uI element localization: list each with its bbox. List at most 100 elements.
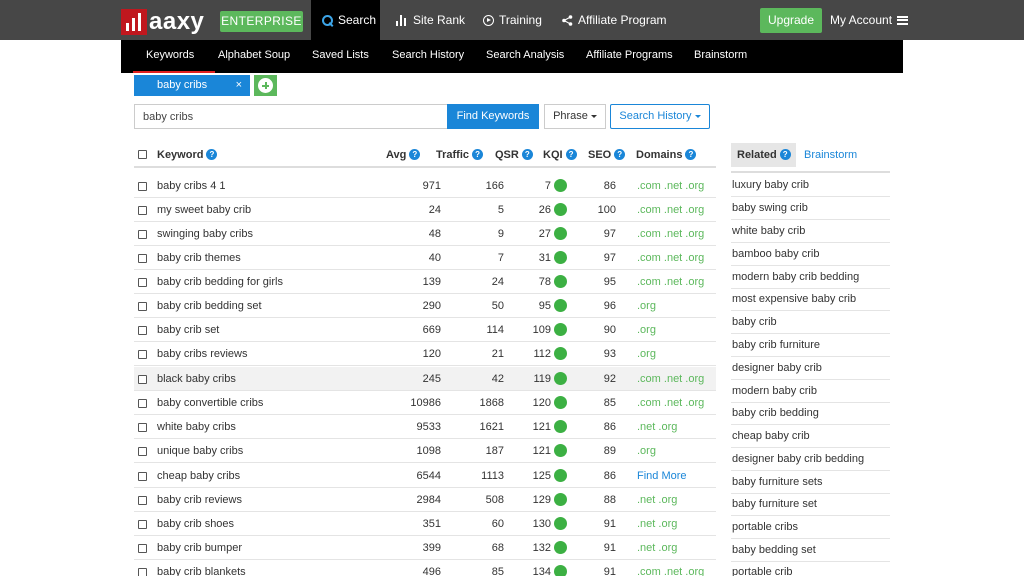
row-keyword[interactable]: unique baby cribs [157,445,243,457]
row-domains[interactable]: .net .org [637,518,677,530]
table-row[interactable]: unique baby cribs 1098 187 121 89 .org [134,439,716,463]
row-checkbox[interactable] [138,230,147,239]
row-keyword[interactable]: baby crib shoes [157,518,234,530]
row-domains[interactable]: .com .net .org [637,276,704,288]
subnav-saved-lists[interactable]: Saved Lists [312,40,369,73]
subnav-brainstorm[interactable]: Brainstorm [694,40,747,73]
row-domains[interactable]: .org [637,445,656,457]
find-keywords-button[interactable]: Find Keywords [447,104,539,129]
help-icon[interactable]: ? [206,149,218,160]
logo[interactable]: aaxy [121,9,204,35]
nav-site-rank[interactable]: Site Rank [396,0,465,40]
help-icon[interactable]: ? [521,149,533,160]
col-kqi[interactable]: KQI? [543,149,577,161]
table-row[interactable]: baby crib reviews 2984 508 129 88 .net .… [134,488,716,512]
col-qsr[interactable]: QSR? [495,149,533,161]
row-domains[interactable]: .com .net .org [637,373,704,385]
row-keyword[interactable]: baby crib bedding for girls [157,276,283,288]
related-item[interactable]: modern baby crib [731,380,890,403]
help-icon[interactable]: ? [472,149,484,160]
table-row[interactable]: baby crib bedding set 290 50 95 96 .org [134,294,716,318]
related-item[interactable]: cheap baby crib [731,425,890,448]
row-keyword[interactable]: baby crib themes [157,252,241,264]
related-item[interactable]: bamboo baby crib [731,243,890,266]
tab-brainstorm[interactable]: Brainstorm [804,149,857,161]
table-row[interactable]: baby crib bumper 399 68 132 91 .net .org [134,536,716,560]
help-icon[interactable]: ? [409,149,421,160]
nav-search[interactable]: Search [311,0,380,40]
row-checkbox[interactable] [138,206,147,215]
table-row[interactable]: white baby cribs 9533 1621 121 86 .net .… [134,415,716,439]
row-keyword[interactable]: my sweet baby crib [157,204,251,216]
phrase-dropdown[interactable]: Phrase [544,104,606,129]
row-keyword[interactable]: baby crib set [157,324,219,336]
row-keyword[interactable]: black baby cribs [157,373,236,385]
subnav-keywords[interactable]: Keywords [146,40,194,73]
row-keyword[interactable]: baby cribs reviews [157,348,247,360]
row-checkbox[interactable] [138,375,147,384]
my-account-menu[interactable]: My Account [830,0,909,40]
row-keyword[interactable]: baby cribs 4 1 [157,180,225,192]
table-row[interactable]: baby convertible cribs 10986 1868 120 85… [134,391,716,415]
row-keyword[interactable]: baby crib bumper [157,542,242,554]
related-item[interactable]: designer baby crib [731,357,890,380]
table-row[interactable]: my sweet baby crib 24 5 26 100 .com .net… [134,198,716,222]
related-item[interactable]: baby crib bedding [731,402,890,425]
search-tag[interactable]: baby cribs × [134,75,250,96]
nav-affiliate-program[interactable]: Affiliate Program [562,0,666,40]
row-checkbox[interactable] [138,326,147,335]
help-icon[interactable]: ? [779,149,791,160]
row-checkbox[interactable] [138,302,147,311]
help-icon[interactable]: ? [685,149,697,160]
row-domains[interactable]: .com .net .org [637,566,704,576]
find-more-link[interactable]: Find More [637,470,687,482]
row-checkbox[interactable] [138,568,147,576]
nav-training[interactable]: Training [483,0,542,40]
row-domains[interactable]: .net .org [637,542,677,554]
row-checkbox[interactable] [138,182,147,191]
table-row[interactable]: baby crib shoes 351 60 130 91 .net .org [134,512,716,536]
row-keyword[interactable]: cheap baby cribs [157,470,240,482]
col-avg[interactable]: Avg? [386,149,421,161]
row-domains[interactable]: .com .net .org [637,180,704,192]
related-item[interactable]: portable crib [731,561,890,576]
table-row[interactable]: baby crib themes 40 7 31 97 .com .net .o… [134,246,716,270]
row-domains[interactable]: .org [637,300,656,312]
related-item[interactable]: baby bedding set [731,539,890,562]
related-item[interactable]: baby crib [731,311,890,334]
table-row[interactable]: baby crib bedding for girls 139 24 78 95… [134,270,716,294]
subnav-search-analysis[interactable]: Search Analysis [486,40,564,73]
row-checkbox[interactable] [138,472,147,481]
help-icon[interactable]: ? [614,149,626,160]
related-item[interactable]: baby furniture set [731,493,890,516]
col-seo[interactable]: SEO? [588,149,626,161]
related-item[interactable]: portable cribs [731,516,890,539]
upgrade-button[interactable]: Upgrade [760,8,822,33]
related-item[interactable]: most expensive baby crib [731,288,890,311]
row-domains[interactable]: .com .net .org [637,397,704,409]
table-row[interactable]: black baby cribs 245 42 119 92 .com .net… [134,367,716,391]
subnav-search-history[interactable]: Search History [392,40,464,73]
row-domains[interactable]: .com .net .org [637,252,704,264]
row-keyword[interactable]: white baby cribs [157,421,236,433]
row-domains[interactable]: .org [637,324,656,336]
table-row[interactable]: baby crib set 669 114 109 90 .org [134,318,716,342]
related-item[interactable]: modern baby crib bedding [731,266,890,289]
row-keyword[interactable]: baby crib bedding set [157,300,262,312]
row-keyword[interactable]: swinging baby cribs [157,228,253,240]
row-checkbox[interactable] [138,496,147,505]
table-row[interactable]: baby crib blankets 496 85 134 91 .com .n… [134,560,716,576]
row-keyword[interactable]: baby crib reviews [157,494,242,506]
related-item[interactable]: baby swing crib [731,197,890,220]
keyword-search-input[interactable] [134,104,448,129]
close-icon[interactable]: × [236,75,242,96]
row-domains[interactable]: .com .net .org [637,204,704,216]
col-domains[interactable]: Domains? [636,149,697,161]
row-checkbox[interactable] [138,399,147,408]
table-row[interactable]: cheap baby cribs 6544 1113 125 86 Find M… [134,464,716,488]
table-row[interactable]: baby cribs 4 1 971 166 7 86 .com .net .o… [134,174,716,198]
related-item[interactable]: baby crib furniture [731,334,890,357]
row-checkbox[interactable] [138,447,147,456]
related-item[interactable]: baby furniture sets [731,471,890,494]
row-domains[interactable]: .net .org [637,494,677,506]
